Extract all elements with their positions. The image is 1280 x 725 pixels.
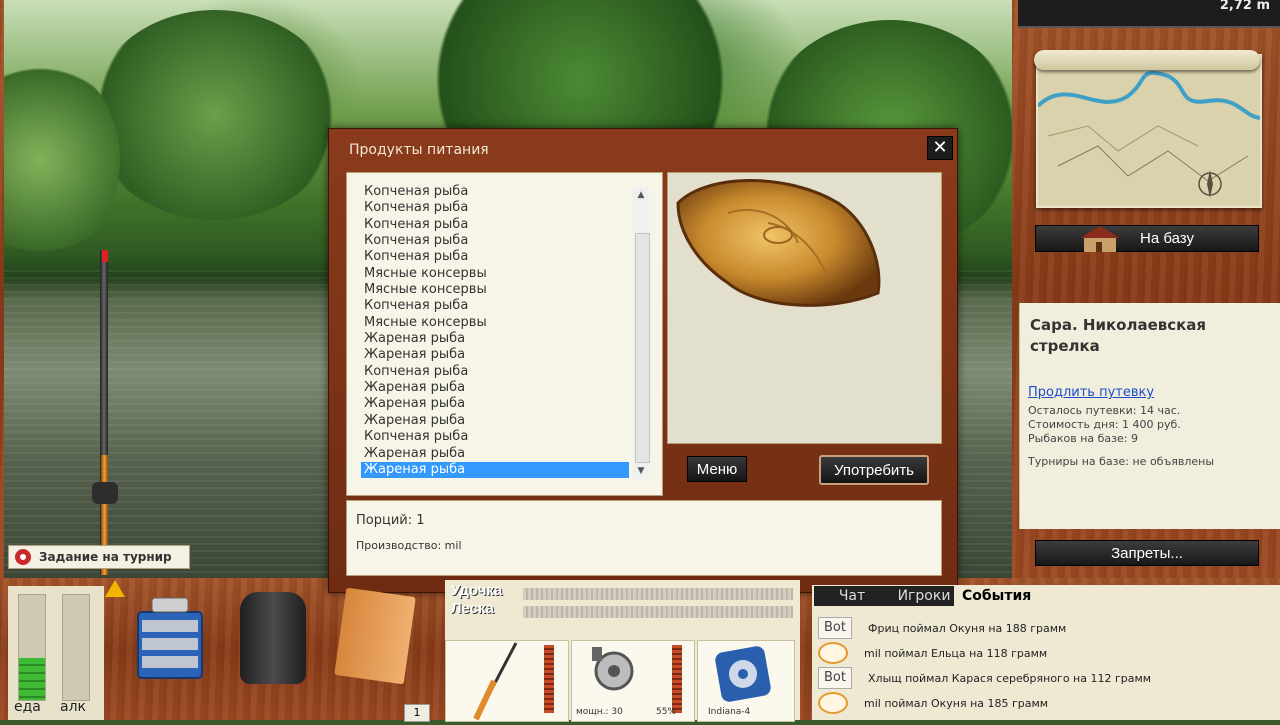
location-info-panel: Сара. Николаевская стрелка Продлить путе… — [1019, 303, 1280, 529]
bot-badge: Bot — [818, 617, 852, 639]
rod-reel — [92, 482, 118, 504]
event-text: Фриц поймал Окуня на 188 грамм — [868, 621, 1067, 635]
food-list-item[interactable]: Жареная рыба — [361, 396, 629, 412]
food-meter — [18, 594, 46, 701]
food-list-item[interactable]: Копченая рыба — [361, 298, 629, 314]
tournament-task-button[interactable]: Задание на турнир — [8, 545, 190, 569]
food-list-item[interactable]: Мясные консервы — [361, 315, 629, 331]
warning-icon — [105, 580, 125, 597]
map-scroll-roll — [1034, 50, 1260, 70]
bot-badge: Bot — [818, 667, 852, 689]
count-badge: 1 — [404, 704, 430, 722]
rod-tension-bar — [523, 588, 793, 600]
rod-level-bar — [544, 645, 554, 713]
left-frame — [0, 0, 4, 578]
rod-icon — [473, 642, 518, 721]
tab-players[interactable]: Игроки — [884, 586, 964, 606]
to-base-button[interactable]: На базу — [1035, 225, 1259, 252]
location-name: Сара. Николаевская стрелка — [1030, 316, 1207, 355]
events-panel: Чат Игроки События Bot Фриц поймал Окуня… — [812, 585, 1280, 720]
tab-chat[interactable]: Чат — [814, 586, 890, 606]
line-slot[interactable]: Indiana-4 — [697, 640, 795, 722]
map-drawing — [1038, 70, 1260, 198]
reel-power: мощн.: 30 — [576, 707, 623, 717]
food-list-item[interactable]: Жареная рыба — [361, 446, 629, 462]
map-pin-icon — [15, 549, 31, 565]
base-tournaments: Турниры на базе: не объявлены — [1028, 455, 1215, 468]
tournament-task-label: Задание на турнир — [39, 550, 172, 564]
reel-icon — [592, 647, 634, 691]
menu-button[interactable]: Меню — [687, 456, 747, 482]
gear-panel: Удочка Леска мощн.: 30 55% Indiana-4 — [445, 580, 800, 722]
bans-button[interactable]: Запреты... — [1035, 540, 1259, 566]
player-catch-icon — [818, 642, 848, 664]
line-tension-bar — [523, 606, 793, 618]
needs-meters: еда алк — [8, 586, 104, 720]
dialog-title: Продукты питания — [349, 142, 489, 158]
event-row: mil поймал Ельца на 118 грамм — [818, 642, 1047, 664]
backpack-icon[interactable] — [240, 592, 306, 684]
use-button[interactable]: Употребить — [819, 455, 929, 485]
item-preview — [667, 172, 942, 444]
day-cost: Стоимость дня: 1 400 руб. — [1028, 418, 1181, 431]
extend-permit-link[interactable]: Продлить путевку — [1028, 385, 1154, 400]
line-label: Леска — [451, 600, 494, 617]
food-list-item[interactable]: Мясные консервы — [361, 282, 629, 298]
alcohol-label: алк — [60, 699, 86, 715]
reel-level-bar — [672, 645, 682, 713]
player-catch-icon — [818, 692, 848, 714]
fishing-line-spool-icon — [715, 646, 771, 702]
food-list-item[interactable]: Копченая рыба — [361, 249, 629, 265]
food-label: еда — [14, 699, 41, 715]
event-text: mil поймал Ельца на 118 грамм — [864, 646, 1048, 660]
food-list-item[interactable]: Копченая рыба — [361, 364, 629, 380]
scroll-up-arrow-icon[interactable]: ▲ — [633, 187, 649, 203]
event-row: mil поймал Окуня на 185 грамм — [818, 692, 1048, 714]
scroll-down-arrow-icon[interactable]: ▼ — [633, 463, 649, 479]
food-list-item[interactable]: Жареная рыба — [361, 331, 629, 347]
reel-percent: 55% — [656, 707, 677, 717]
food-meter-fill — [19, 658, 45, 700]
fried-fish-icon — [676, 179, 881, 307]
tackle-box-icon[interactable] — [130, 592, 210, 682]
food-list-item[interactable]: Жареная рыба — [361, 380, 629, 396]
food-list-item[interactable]: Копченая рыба — [361, 233, 629, 249]
food-list-item[interactable]: Копченая рыба — [361, 217, 629, 233]
rod-tip — [102, 250, 108, 262]
rod-slot[interactable] — [445, 640, 569, 722]
food-list-item[interactable]: Копченая рыба — [361, 184, 629, 200]
rod-label: Удочка — [451, 582, 503, 599]
tab-events[interactable]: События — [954, 586, 1040, 606]
reel-slot[interactable]: мощн.: 30 55% — [571, 640, 695, 722]
line-name: Indiana-4 — [708, 707, 751, 717]
food-list[interactable]: Копченая рыба Копченая рыба Копченая рыба К… — [346, 172, 663, 496]
location-map[interactable] — [1036, 54, 1262, 208]
food-list-item[interactable]: Жареная рыба — [361, 413, 629, 429]
portions-count: Порций: 1 — [356, 513, 425, 528]
depth-value: 2,72 m — [1219, 0, 1270, 13]
item-description: Порций: 1 Производство: mil — [346, 500, 942, 576]
alcohol-meter — [62, 594, 90, 701]
permit-hours-left: Осталось путевки: 14 час. — [1028, 404, 1181, 417]
close-icon[interactable]: ✕ — [927, 136, 953, 160]
event-row: Bot Фриц поймал Окуня на 188 грамм — [818, 617, 1066, 639]
food-dialog: Продукты питания ✕ Копченая рыба Копченая… — [328, 128, 958, 593]
to-base-label: На базу — [1140, 230, 1194, 247]
depth-readout: 2,72 m — [1018, 0, 1280, 28]
food-list-item[interactable]: Мясные консервы — [361, 266, 629, 282]
food-list-items: Копченая рыба Копченая рыба Копченая рыба К… — [361, 184, 629, 479]
notebook-icon[interactable] — [334, 587, 416, 685]
house-icon — [1080, 226, 1120, 252]
food-list-item[interactable]: Копченая рыба — [361, 429, 629, 445]
event-row: Bot Хлыщ поймал Карася серебряного на 11… — [818, 667, 1151, 689]
food-list-item[interactable]: Жареная рыба — [361, 461, 629, 479]
food-list-item[interactable]: Копченая рыба — [361, 200, 629, 216]
anglers-on-base: Рыбаков на базе: 9 — [1028, 432, 1138, 445]
scroll-thumb[interactable] — [635, 233, 650, 463]
producer: Производство: mil — [356, 539, 462, 552]
event-text: mil поймал Окуня на 185 грамм — [864, 696, 1049, 710]
food-list-item[interactable]: Жареная рыба — [361, 347, 629, 363]
event-text: Хлыщ поймал Карася серебряного на 112 гр… — [868, 671, 1152, 685]
